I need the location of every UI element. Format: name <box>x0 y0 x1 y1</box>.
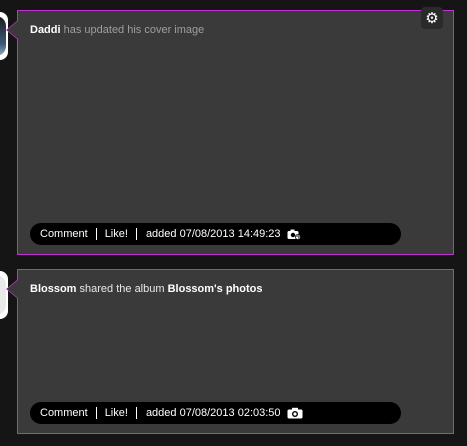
post-headline: Daddi has updated his cover image <box>30 24 204 36</box>
post-pointer <box>6 279 18 299</box>
gear-icon[interactable]: ⚙ <box>421 7 443 29</box>
post-user-name[interactable]: Daddi <box>30 24 61 36</box>
post-pointer <box>6 20 18 40</box>
camera-refresh-icon <box>287 228 301 240</box>
comment-button[interactable]: Comment <box>30 407 96 419</box>
post-timestamp: 07/08/2013 14:49:23 <box>179 228 281 240</box>
post-action-bar: Comment Like! added 07/08/2013 02:03:50 <box>30 402 401 424</box>
added-label: added <box>145 228 177 240</box>
post-action-bar: Comment Like! added 07/08/2013 14:49:23 <box>30 223 401 245</box>
post-headline: Blossom shared the album Blossom's photo… <box>30 283 263 295</box>
album-link[interactable]: Blossom's photos <box>168 283 263 295</box>
like-button[interactable]: Like! <box>97 228 136 240</box>
comment-button[interactable]: Comment <box>30 228 96 240</box>
post-action-text: has updated his cover image <box>63 24 205 36</box>
like-button[interactable]: Like! <box>97 407 136 419</box>
post-action-text: shared the album <box>79 283 165 295</box>
added-label: added <box>145 407 177 419</box>
camera-icon <box>287 407 303 419</box>
activity-post-cover-update: ⚙ Daddi has updated his cover image Comm… <box>6 7 454 255</box>
post-user-name[interactable]: Blossom <box>30 283 76 295</box>
activity-post-album-share: Blossom shared the album Blossom's photo… <box>6 269 454 434</box>
post-timestamp: 07/08/2013 02:03:50 <box>179 407 281 419</box>
